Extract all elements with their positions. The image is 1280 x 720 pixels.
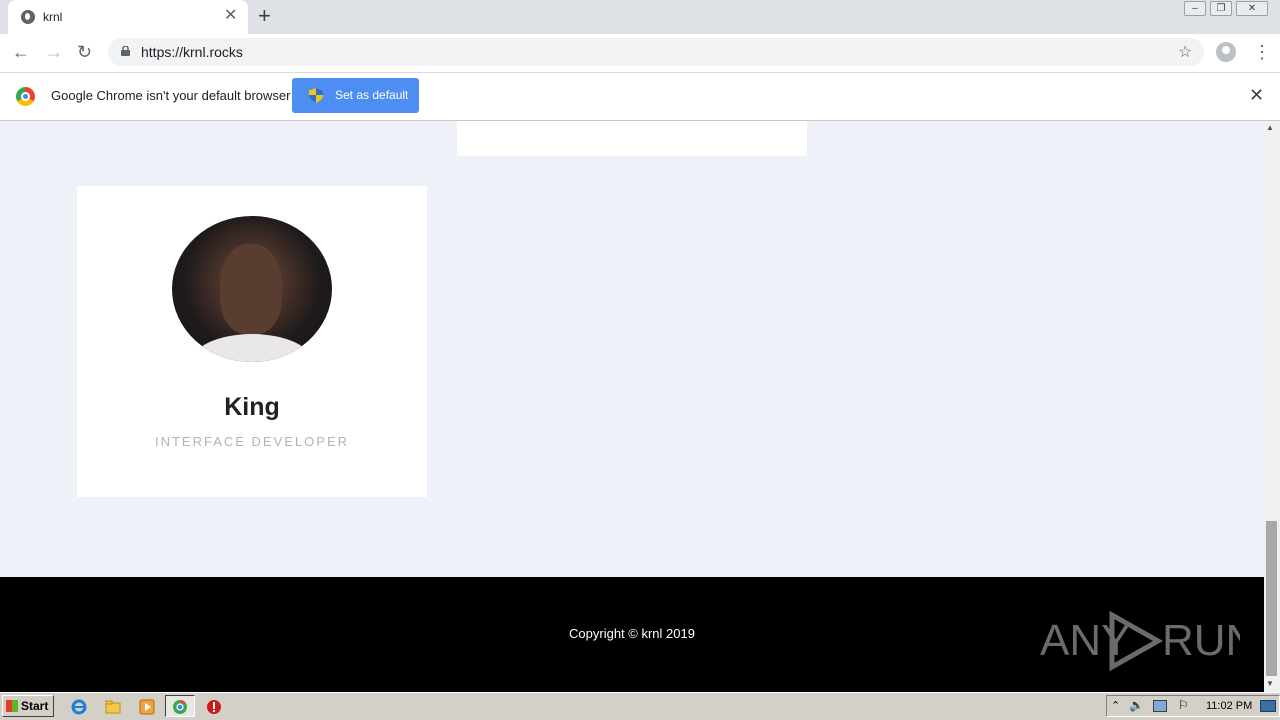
svg-text:ANY: ANY <box>1040 616 1130 665</box>
tab-title: krnl <box>43 10 63 24</box>
set-as-default-label: Set as default <box>335 88 409 102</box>
member-name: King <box>224 393 280 421</box>
set-as-default-button[interactable]: Set as default <box>292 78 419 113</box>
profile-avatar-icon[interactable] <box>1216 42 1236 62</box>
back-button[interactable]: ← <box>12 41 30 63</box>
menu-kebab-icon[interactable]: ⋮ <box>1253 43 1271 61</box>
svg-text:RUN: RUN <box>1162 616 1240 665</box>
url-text[interactable]: https://krnl.rocks <box>141 43 243 61</box>
infobar-message: Google Chrome isn't your default browser <box>51 88 291 103</box>
chrome-logo-icon <box>16 87 35 106</box>
stop-sign-icon[interactable] <box>206 699 222 715</box>
infobar-close-icon[interactable]: ✕ <box>1249 86 1264 104</box>
page-viewport: King INTERFACE DEVELOPER Copyright © krn… <box>0 121 1264 692</box>
address-bar[interactable] <box>108 38 1204 66</box>
chrome-taskbar-icon <box>173 699 187 714</box>
lock-icon[interactable] <box>121 46 130 56</box>
uac-shield-icon <box>309 88 323 103</box>
scroll-down-arrow-icon[interactable]: ▼ <box>1266 679 1274 688</box>
minimize-button[interactable]: – <box>1184 1 1206 16</box>
windows-logo-icon <box>6 700 18 712</box>
team-card-partial <box>457 121 807 156</box>
new-tab-button[interactable]: + <box>258 5 271 27</box>
action-center-flag-icon[interactable]: ⚐ <box>1178 698 1189 712</box>
member-role: INTERFACE DEVELOPER <box>154 434 350 449</box>
scrollbar-thumb[interactable] <box>1266 521 1277 676</box>
team-card: King INTERFACE DEVELOPER <box>77 186 427 497</box>
file-explorer-icon[interactable] <box>105 699 121 715</box>
anyrun-watermark-logo: ANY RUN <box>1040 610 1240 672</box>
internet-explorer-icon[interactable] <box>71 699 87 715</box>
volume-icon[interactable]: 🔈 <box>1129 698 1144 712</box>
browser-tab[interactable]: krnl ✕ <box>8 0 248 34</box>
bookmark-star-icon[interactable]: ☆ <box>1178 42 1192 62</box>
taskbar-clock[interactable]: 11:02 PM <box>1206 700 1252 713</box>
restore-button[interactable]: ❐ <box>1210 1 1232 16</box>
start-label: Start <box>21 699 49 713</box>
start-button[interactable]: Start <box>2 695 54 717</box>
close-window-button[interactable]: ✕ <box>1236 1 1268 16</box>
site-footer: Copyright © krnl 2019 ANY RUN <box>0 577 1264 692</box>
profile-photo <box>172 216 332 362</box>
close-tab-icon[interactable]: ✕ <box>224 8 237 24</box>
forward-button[interactable]: → <box>45 41 63 63</box>
media-player-icon[interactable] <box>139 699 155 715</box>
reload-button[interactable]: ↻ <box>77 41 92 63</box>
globe-icon <box>21 10 35 24</box>
show-desktop-icon[interactable] <box>1260 700 1276 712</box>
tray-expand-icon[interactable]: ⌃ <box>1111 699 1120 712</box>
scroll-up-arrow-icon[interactable]: ▲ <box>1266 123 1274 132</box>
network-icon[interactable] <box>1153 700 1167 712</box>
